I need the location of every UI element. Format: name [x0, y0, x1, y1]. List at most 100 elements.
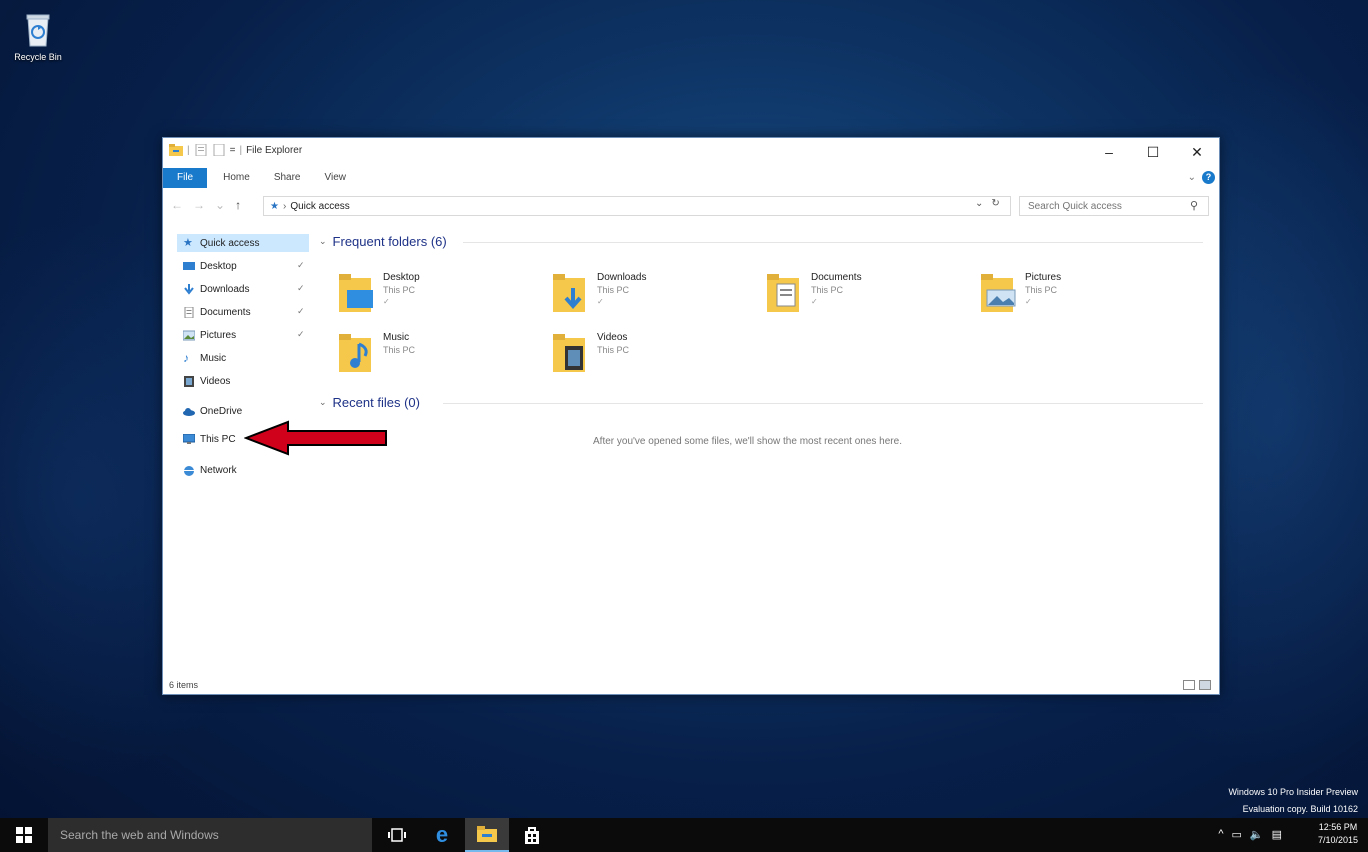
tile-location: This PC [597, 285, 630, 295]
folder-tile-documents[interactable]: Documents This PC ✓ [767, 272, 967, 322]
folder-tile-music[interactable]: Music This PC [339, 332, 539, 382]
nav-item-desktop[interactable]: Desktop [183, 257, 237, 275]
recent-locations-chevron-icon[interactable]: ⌄ [215, 198, 225, 212]
pin-icon[interactable]: ✓ [297, 306, 305, 317]
clock-date: 7/10/2015 [1317, 835, 1358, 845]
pin-icon[interactable]: ✓ [297, 329, 305, 340]
pin-icon: ✓ [811, 297, 818, 306]
action-center-icon[interactable]: ▤ [1272, 828, 1282, 841]
tile-location: This PC [811, 285, 844, 295]
close-button[interactable]: ✕ [1175, 138, 1219, 166]
clock-time: 12:56 PM [1318, 822, 1358, 832]
breadcrumb-quick-access[interactable]: Quick access [290, 201, 349, 212]
tab-view[interactable]: View [313, 168, 359, 188]
network-tray-icon[interactable]: ▭ [1231, 828, 1241, 841]
tab-file[interactable]: File [163, 168, 208, 188]
nav-item-label: Downloads [200, 283, 250, 295]
folder-tile-desktop[interactable]: Desktop This PC ✓ [339, 272, 539, 322]
title-bar: | = | File Explorer – ☐ ✕ [163, 138, 1219, 166]
task-view-button[interactable] [375, 818, 419, 852]
picture-icon [183, 330, 195, 340]
maximize-button[interactable]: ☐ [1131, 138, 1175, 166]
recent-files-empty-message: After you've opened some files, we'll sh… [593, 436, 902, 447]
nav-item-label: Quick access [200, 237, 260, 249]
file-explorer-icon [477, 826, 497, 842]
forward-arrow-icon[interactable]: → [193, 198, 205, 212]
tab-share[interactable]: Share [262, 168, 313, 188]
help-icon[interactable]: ? [1202, 171, 1215, 184]
build-watermark: Windows 10 Pro Insider Preview Evaluatio… [1228, 784, 1358, 818]
task-view-icon [388, 828, 406, 842]
search-icon[interactable]: ⚲ [1190, 199, 1198, 212]
pin-icon: ✓ [383, 297, 390, 306]
nav-item-quick-access[interactable]: ★ Quick access [177, 234, 309, 252]
nav-item-label: Videos [200, 375, 231, 387]
refresh-icon[interactable]: ↻ [991, 198, 999, 209]
window-controls: – ☐ ✕ [1087, 138, 1219, 166]
collapse-caret-icon[interactable]: ⌄ [319, 236, 327, 247]
expand-ribbon-icon[interactable]: ⌄ [1188, 172, 1196, 183]
breadcrumb-separator-icon[interactable]: › [283, 201, 286, 212]
tile-location: This PC [383, 285, 416, 295]
recent-files-header[interactable]: ⌄ Recent files (0) [319, 395, 420, 410]
tile-location: This PC [1025, 285, 1058, 295]
nav-item-music[interactable]: ♪ Music [183, 349, 226, 367]
computer-icon [183, 433, 195, 444]
taskbar: Search the web and Windows e ^ ▭ 🔈 ▤ 12:… [0, 818, 1368, 852]
nav-item-label: OneDrive [200, 405, 243, 417]
nav-item-this-pc[interactable]: This PC [183, 430, 236, 448]
watermark-line-2: Evaluation copy. Build 10162 [1242, 804, 1358, 814]
videos-folder-icon [553, 334, 585, 372]
documents-folder-icon [767, 274, 799, 312]
folder-tile-pictures[interactable]: Pictures This PC ✓ [981, 272, 1181, 322]
toolbar-separator: | [239, 144, 243, 156]
back-arrow-icon[interactable]: ← [171, 198, 183, 212]
address-row: ← → ⌄ ↑ ★ › Quick access ⌄ ↻ ⚲ [163, 194, 1219, 218]
file-explorer-taskbar-button[interactable] [465, 818, 509, 852]
folder-app-icon [169, 144, 183, 156]
music-note-icon: ♪ [183, 350, 189, 365]
nav-item-pictures[interactable]: Pictures [183, 326, 236, 344]
properties-icon[interactable] [194, 144, 208, 156]
folder-tile-downloads[interactable]: Downloads This PC ✓ [553, 272, 753, 322]
nav-item-documents[interactable]: Documents [183, 303, 251, 321]
document-icon [184, 306, 194, 318]
nav-item-videos[interactable]: Videos [183, 372, 230, 390]
folder-tile-videos[interactable]: Videos This PC [553, 332, 753, 382]
store-button[interactable] [510, 818, 554, 852]
edge-browser-button[interactable]: e [420, 818, 464, 852]
address-history-chevron-icon[interactable]: ⌄ [975, 198, 983, 209]
video-icon [184, 375, 194, 387]
collapse-caret-icon[interactable]: ⌄ [319, 397, 327, 408]
pin-icon[interactable]: ✓ [297, 260, 305, 271]
customize-toolbar-icon[interactable]: = [230, 145, 236, 156]
windows-logo-icon [16, 827, 32, 843]
large-icons-view-icon[interactable] [1199, 680, 1211, 690]
ribbon-tabs: File Home Share View [163, 168, 1219, 188]
address-bar[interactable]: ★ › Quick access [263, 196, 1011, 216]
nav-item-label: This PC [200, 433, 236, 445]
minimize-button[interactable]: – [1087, 138, 1131, 166]
toolbar-separator: | [187, 144, 190, 156]
volume-icon[interactable]: 🔈 [1250, 828, 1264, 841]
nav-item-downloads[interactable]: Downloads [183, 280, 249, 298]
recycle-bin-shortcut[interactable]: Recycle Bin [6, 12, 70, 62]
new-folder-icon[interactable] [212, 144, 226, 156]
nav-item-label: Pictures [200, 329, 237, 341]
cloud-icon [183, 407, 195, 416]
taskbar-clock[interactable]: 12:56 PM 7/10/2015 [1318, 821, 1358, 847]
start-button[interactable] [0, 818, 48, 852]
taskbar-search-box[interactable]: Search the web and Windows [48, 818, 372, 852]
frequent-folders-header[interactable]: ⌄ Frequent folders (6) [319, 234, 447, 249]
nav-item-network[interactable]: Network [183, 461, 237, 479]
up-arrow-icon[interactable]: ↑ [235, 198, 241, 212]
nav-item-label: Desktop [200, 260, 237, 272]
tab-home[interactable]: Home [211, 168, 262, 188]
details-view-icon[interactable] [1183, 680, 1195, 690]
quick-access-toolbar: | = | File Explorer [169, 144, 302, 156]
group-title: Recent files (0) [332, 395, 420, 410]
nav-item-onedrive[interactable]: OneDrive [183, 402, 242, 420]
pin-icon[interactable]: ✓ [297, 283, 305, 294]
search-input[interactable] [1019, 196, 1209, 216]
show-hidden-icons-chevron-icon[interactable]: ^ [1218, 828, 1223, 841]
